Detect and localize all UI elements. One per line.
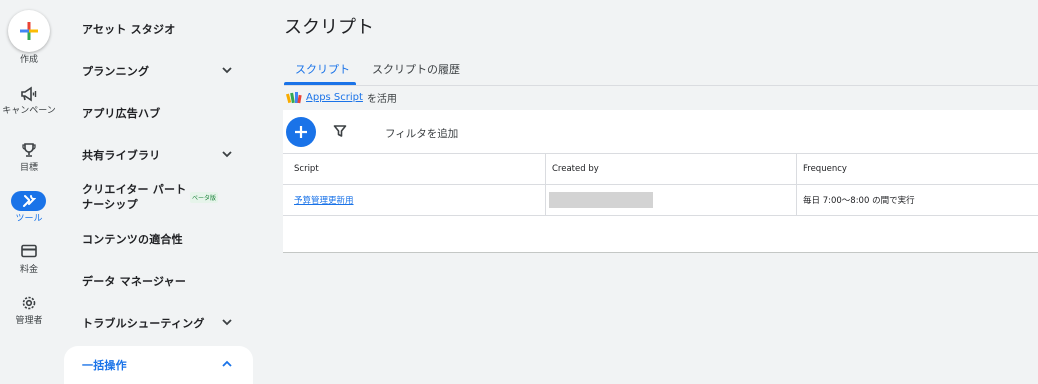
header-created-by[interactable]: Created by (545, 154, 796, 184)
add-script-button[interactable] (286, 117, 316, 147)
nav-item-bulk-actions[interactable]: 一括操作 (82, 357, 127, 373)
create-label: 作成 (19, 55, 38, 65)
plus-icon (295, 126, 307, 138)
tabs-divider (284, 85, 1038, 86)
nav-item-shared-library[interactable]: 共有ライブラリ (82, 147, 160, 163)
trophy-icon[interactable] (0, 142, 58, 158)
rail-item-campaigns[interactable]: キャンペーン (0, 106, 58, 117)
header-script[interactable]: Script (283, 154, 545, 184)
script-cell: 予算管理更新用 (283, 185, 545, 215)
rail-item-admin[interactable]: 管理者 (0, 316, 58, 327)
nav-item-asset-studio[interactable]: アセット スタジオ (82, 21, 175, 37)
nav-item-creator-partnerships-line1[interactable]: クリエイター パート (82, 181, 186, 197)
frequency-cell: 毎日 7:00～8:00 の間で実行 (796, 185, 1038, 215)
nav-item-app-ads-hub[interactable]: アプリ広告ハブ (82, 105, 160, 121)
credit-card-icon[interactable] (0, 244, 58, 258)
rail-item-tools[interactable]: ツール (0, 214, 58, 225)
plus-icon (20, 22, 38, 40)
apps-script-link[interactable]: Apps Script (306, 92, 363, 103)
nav-item-creator-partnerships-line2[interactable]: ナーシップ (82, 196, 138, 212)
chevron-up-icon[interactable] (220, 357, 234, 371)
table-row: 予算管理更新用 毎日 7:00～8:00 の間で実行 (283, 185, 1038, 216)
chevron-down-icon[interactable] (220, 63, 234, 77)
tab-scripts[interactable]: スクリプト (295, 61, 350, 77)
scripts-table-card: フィルタを追加 Script Created by Frequency 予算管理… (283, 110, 1038, 253)
tab-script-history[interactable]: スクリプトの履歴 (372, 61, 460, 77)
apps-script-icon (286, 91, 302, 103)
redacted-email (549, 192, 653, 208)
left-rail: 作成 キャンペーン 目標 ツール 料金 管理者 (0, 0, 58, 384)
nav-item-data-manager[interactable]: データ マネージャー (82, 273, 186, 289)
megaphone-icon[interactable] (0, 86, 58, 102)
filter-icon[interactable] (333, 124, 347, 138)
script-name-link[interactable]: 予算管理更新用 (294, 194, 354, 206)
rail-item-goals[interactable]: 目標 (0, 163, 58, 174)
gear-icon[interactable] (0, 295, 58, 311)
add-filter-button[interactable]: フィルタを追加 (385, 126, 458, 141)
apps-script-suffix: を活用 (366, 94, 397, 105)
nav-item-planning[interactable]: プランニング (82, 63, 149, 79)
tools-icon[interactable] (11, 191, 46, 211)
apps-script-row: Apps Script を活用 (286, 90, 397, 105)
create-button[interactable] (8, 10, 50, 52)
beta-badge: ベータ版 (190, 192, 219, 203)
tools-nav: アセット スタジオ プランニング アプリ広告ハブ 共有ライブラリ クリエイター … (64, 0, 254, 384)
chevron-down-icon[interactable] (220, 315, 234, 329)
table-header-row: Script Created by Frequency (283, 153, 1038, 185)
nav-item-troubleshooting[interactable]: トラブルシューティング (82, 315, 205, 331)
header-frequency[interactable]: Frequency (796, 154, 1038, 184)
rail-item-billing[interactable]: 料金 (0, 265, 58, 276)
chevron-down-icon[interactable] (220, 147, 234, 161)
page-title: スクリプト (284, 17, 374, 38)
nav-item-content-suitability[interactable]: コンテンツの適合性 (82, 231, 183, 247)
created-by-cell (545, 185, 796, 215)
